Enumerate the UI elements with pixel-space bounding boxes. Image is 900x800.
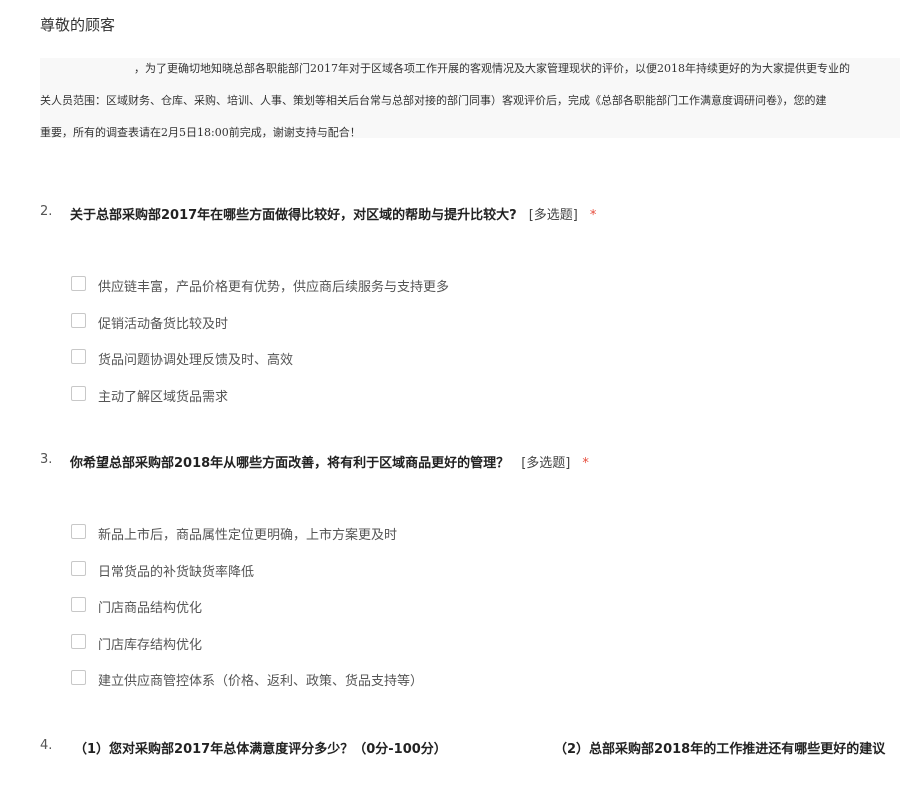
question-number: 4. [40,738,53,753]
option-label: 促销活动备货比较及时 [98,317,229,332]
question-text: 关于总部采购部2017年在哪些方面做得比较好，对区域的帮助与提升比较大? [70,208,517,223]
question-4-part-2: （2）总部采购部2018年的工作推进还有哪些更好的建议 [554,742,886,757]
checkbox[interactable] [71,313,86,328]
checkbox[interactable] [71,634,86,649]
checkbox[interactable] [71,524,86,539]
question-4-part-1: （1）您对采购部2017年总体满意度评分多少？（0分-100分） [74,742,447,757]
checkbox[interactable] [71,349,86,364]
checkbox[interactable] [71,561,86,576]
greeting-text: 尊敬的顾客 [40,16,116,34]
intro-line-3: 重要，所有的调查表请在2月5日18:00前完成，谢谢支持与配合！ [40,126,361,138]
option-label: 门店库存结构优化 [98,638,203,653]
checkbox[interactable] [71,276,86,291]
question-number: 3. [40,452,53,467]
intro-line-2: 关人员范围：区域财务、仓库、采购、培训、人事、策划等相关后台常与总部对接的部门同… [40,94,827,107]
question-4-title: 4. （1）您对采购部2017年总体满意度评分多少？（0分-100分） （2）总… [40,736,900,758]
question-text: 你希望总部采购部2018年从哪些方面改善，将有利于区域商品更好的管理？ [70,456,510,471]
option-label: 新品上市后，商品属性定位更明确，上市方案更及时 [98,528,398,543]
checkbox[interactable] [71,670,86,685]
question-type-badge: [多选题] [528,208,578,223]
required-marker: * [582,456,589,471]
survey-intro: ，为了更确切地知晓总部各职能部门2017年对于区域各项工作开展的客观情况及大家管… [40,58,900,138]
option-label: 主动了解区域货品需求 [98,390,229,405]
option-label: 日常货品的补货缺货率降低 [98,565,255,580]
checkbox[interactable] [71,386,86,401]
checkbox[interactable] [71,597,86,612]
option-label: 建立供应商管控体系（价格、返利、政策、货品支持等） [98,674,424,689]
option-label: 货品问题协调处理反馈及时、高效 [98,353,294,368]
question-number: 2. [40,204,53,219]
required-marker: * [589,208,597,223]
option-label: 供应链丰富，产品价格更有优势，供应商后续服务与支持更多 [98,280,450,295]
option-label: 门店商品结构优化 [98,601,203,616]
intro-line-1: ，为了更确切地知晓总部各职能部门2017年对于区域各项工作开展的客观情况及大家管… [134,62,850,75]
question-type-badge: [多选题] [521,456,571,471]
